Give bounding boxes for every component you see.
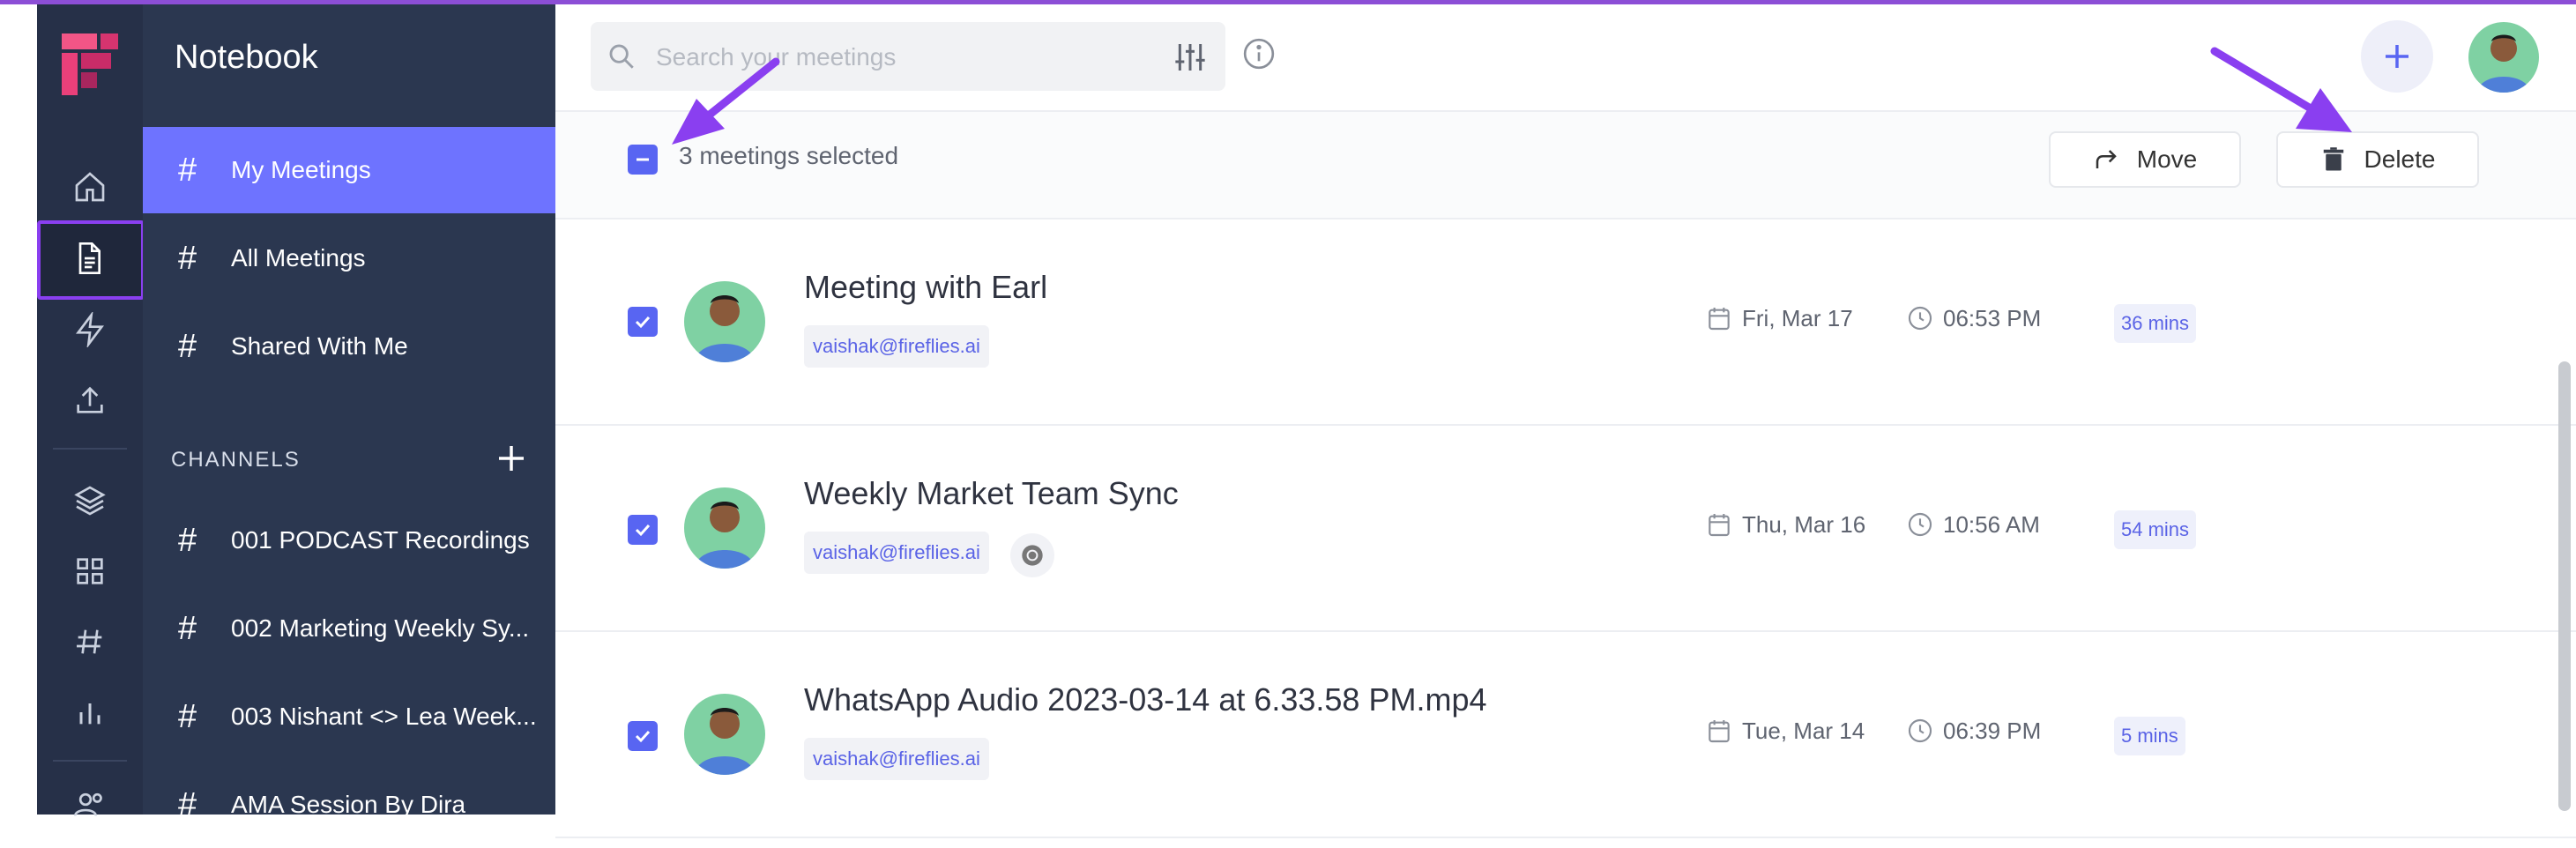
meeting-title[interactable]: Meeting with Earl: [804, 269, 1047, 306]
top-accent-bar: [0, 0, 2576, 4]
channel-label: 002 Marketing Weekly Sy...: [231, 614, 530, 642]
sidebar-item-label: All Meetings: [231, 244, 366, 272]
left-gutter: [0, 0, 37, 815]
channel-label: 001 PODCAST Recordings: [231, 526, 530, 554]
sidebar-item-all-meetings[interactable]: # All Meetings: [143, 215, 555, 301]
duration-badge: 5 mins: [2114, 717, 2185, 755]
analytics-icon[interactable]: [37, 677, 143, 748]
search-box: [591, 22, 1225, 91]
avatar: [684, 281, 765, 362]
apps-grid-icon[interactable]: [37, 536, 143, 606]
trash-icon: [2323, 147, 2343, 171]
sidebar-channel-item[interactable]: # 001 PODCAST Recordings: [143, 497, 555, 584]
info-icon[interactable]: [1241, 36, 1277, 71]
layers-icon[interactable]: [37, 465, 143, 536]
rail-divider: [53, 448, 127, 450]
sidebar-title: Notebook: [175, 39, 318, 76]
hashtag-icon: #: [178, 240, 197, 277]
notebook-sidebar: Notebook # My Meetings # All Meetings # …: [143, 0, 555, 822]
clock-icon: [1908, 306, 1932, 331]
meeting-checkbox[interactable]: [628, 721, 658, 751]
delete-button-label: Delete: [2364, 145, 2436, 173]
add-meeting-button[interactable]: [2361, 20, 2433, 93]
upload-icon[interactable]: [37, 365, 143, 435]
meeting-title[interactable]: WhatsApp Audio 2023-03-14 at 6.33.58 PM.…: [804, 681, 1487, 718]
sidebar-item-my-meetings[interactable]: # My Meetings: [143, 127, 555, 213]
meeting-time-text: 10:56 AM: [1943, 510, 2040, 538]
meeting-date-text: Fri, Mar 17: [1742, 304, 1853, 331]
meeting-time: 10:56 AM: [1906, 510, 2040, 539]
people-icon[interactable]: [37, 769, 143, 839]
clock-icon: [1908, 718, 1932, 743]
organizer-email-tag[interactable]: vaishak@fireflies.ai: [804, 532, 989, 574]
meeting-date: Thu, Mar 16: [1705, 510, 1865, 539]
hashtag-icon: #: [178, 786, 197, 823]
avatar: [684, 694, 765, 775]
meeting-date-text: Thu, Mar 16: [1742, 510, 1866, 538]
hashtag-icon: #: [178, 522, 197, 559]
sidebar-item-label: My Meetings: [231, 156, 371, 183]
meeting-time-text: 06:53 PM: [1943, 304, 2042, 331]
meeting-date: Fri, Mar 17: [1705, 304, 1853, 332]
hashtag-icon: #: [178, 698, 197, 735]
meeting-row[interactable]: Weekly Market Team Sync vaishak@fireflie…: [555, 426, 2576, 632]
plus-icon: [2386, 45, 2408, 68]
calendar-icon: [1709, 514, 1730, 537]
hashtag-icon: #: [178, 610, 197, 647]
sidebar-item-shared-with-me[interactable]: # Shared With Me: [143, 303, 555, 390]
hashtag-icon: #: [178, 152, 197, 189]
calendar-icon: [1709, 308, 1730, 331]
meeting-title[interactable]: Weekly Market Team Sync: [804, 475, 1179, 512]
clock-icon: [1908, 512, 1932, 537]
organizer-email-tag[interactable]: vaishak@fireflies.ai: [804, 325, 989, 368]
user-avatar[interactable]: [2468, 22, 2539, 93]
rail-divider: [53, 760, 127, 762]
delete-button[interactable]: Delete: [2276, 131, 2479, 188]
selection-count: 3 meetings selected: [679, 142, 899, 169]
channel-label: AMA Session By Dira: [231, 791, 466, 818]
move-arrow-icon: [2096, 150, 2117, 168]
sidebar-channel-item[interactable]: # 002 Marketing Weekly Sy...: [143, 585, 555, 672]
meeting-row[interactable]: Meeting with Earl vaishak@fireflies.ai F…: [555, 219, 2576, 426]
top-bar: [555, 4, 2576, 112]
channel-label: 003 Nishant <> Lea Week...: [231, 703, 537, 730]
sidebar-channel-item[interactable]: # AMA Session By Dira: [143, 762, 555, 848]
home-icon[interactable]: [37, 152, 143, 222]
meeting-date: Tue, Mar 14: [1705, 717, 1865, 745]
move-button-label: Move: [2136, 145, 2198, 173]
channels-heading: CHANNELS: [171, 448, 301, 472]
sidebar-item-label: Shared With Me: [231, 332, 408, 360]
avatar: [684, 487, 765, 569]
notebook-icon[interactable]: [37, 220, 145, 300]
meeting-checkbox[interactable]: [628, 307, 658, 337]
add-channel-button[interactable]: [494, 441, 529, 476]
hashtag-icon: #: [178, 328, 197, 365]
duration-badge: 36 mins: [2114, 304, 2197, 343]
filter-sliders-icon[interactable]: [1173, 40, 1208, 75]
meeting-time-text: 06:39 PM: [1943, 717, 2042, 744]
sidebar-channel-item[interactable]: # 003 Nishant <> Lea Week...: [143, 673, 555, 760]
hashtag-icon[interactable]: [37, 606, 143, 677]
selection-toolbar: 3 meetings selected Move Delete: [555, 112, 2576, 219]
chrome-icon: [1010, 533, 1054, 577]
plus-icon: [499, 446, 524, 471]
search-icon: [609, 44, 634, 69]
fireflies-logo-icon[interactable]: [62, 33, 118, 95]
meeting-time: 06:53 PM: [1906, 304, 2041, 332]
search-input[interactable]: [654, 34, 1151, 80]
meeting-checkbox[interactable]: [628, 515, 658, 545]
meeting-row[interactable]: WhatsApp Audio 2023-03-14 at 6.33.58 PM.…: [555, 632, 2576, 838]
select-all-checkbox[interactable]: [628, 145, 658, 175]
meeting-date-text: Tue, Mar 14: [1742, 717, 1865, 744]
calendar-icon: [1709, 720, 1730, 743]
scrollbar[interactable]: [2558, 361, 2571, 811]
bolt-icon[interactable]: [37, 294, 143, 365]
meeting-time: 06:39 PM: [1906, 717, 2041, 745]
move-button[interactable]: Move: [2049, 131, 2241, 188]
duration-badge: 54 mins: [2114, 510, 2197, 549]
icon-rail: [37, 0, 145, 816]
organizer-email-tag[interactable]: vaishak@fireflies.ai: [804, 738, 989, 780]
